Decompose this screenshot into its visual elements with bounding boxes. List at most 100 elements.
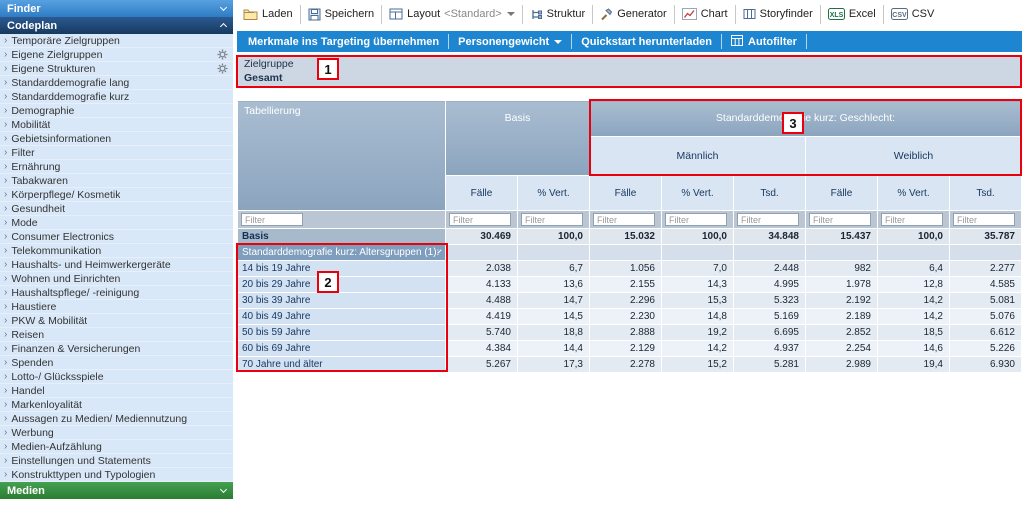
sidebar-item[interactable]: ›Markenloyalität (0, 398, 233, 412)
sidebar-item[interactable]: ›Standarddemografie kurz (0, 90, 233, 104)
item-chevron-icon: › (4, 428, 7, 438)
sidebar-item[interactable]: ›Filter (0, 146, 233, 160)
data-cell: 19,4 (878, 357, 950, 373)
toolbar-button-csv[interactable]: CSVCSV (887, 8, 939, 20)
item-chevron-icon: › (4, 78, 7, 88)
sidebar-item[interactable]: ›Werbung (0, 426, 233, 440)
sidebar-item[interactable]: ›Temporäre Zielgruppen (0, 34, 233, 48)
filter-input[interactable] (737, 213, 799, 226)
sidebar-item[interactable]: ›Gesundheit (0, 202, 233, 216)
item-chevron-icon: › (4, 442, 7, 452)
data-cell: 13,6 (518, 277, 590, 293)
sidebar-item-label: PKW & Mobilität (11, 315, 87, 327)
data-cell: 14,3 (662, 277, 734, 293)
sidebar-item[interactable]: ›Haushalts- und Heimwerkergeräte (0, 258, 233, 272)
sidebar-item[interactable]: ›Finanzen & Versicherungen (0, 342, 233, 356)
actionbar-button-personengewicht[interactable]: Personengewicht (449, 31, 571, 52)
filter-input[interactable] (449, 213, 511, 226)
filter-cell (446, 211, 518, 229)
sidebar-item[interactable]: ›Reisen (0, 328, 233, 342)
data-cell: 18,8 (518, 325, 590, 341)
gear-icon[interactable] (217, 63, 228, 74)
data-cell: 5.226 (950, 341, 1022, 357)
toolbar-button-generator[interactable]: Generator (596, 8, 671, 21)
sidebar-header-finder[interactable]: Finder (0, 0, 233, 17)
item-chevron-icon: › (4, 274, 7, 284)
sidebar-item[interactable]: ›Ernährung (0, 160, 233, 174)
sidebar-item[interactable]: ›Körperpflege/ Kosmetik (0, 188, 233, 202)
toolbar-button-laden[interactable]: Laden (239, 8, 297, 20)
sidebar-item[interactable]: ›Spenden (0, 356, 233, 370)
gear-icon[interactable] (217, 49, 228, 60)
data-cell: 2.989 (806, 357, 878, 373)
toolbar-button-layout[interactable]: Layout<Standard> (385, 8, 519, 20)
chevron-down-icon (554, 40, 562, 44)
empty-cell (590, 245, 662, 261)
sidebar-header-medien[interactable]: Medien (0, 482, 233, 499)
data-cell: 5.076 (950, 309, 1022, 325)
actionbar-button-merkmale-targeting[interactable]: Merkmale ins Targeting übernehmen (239, 31, 448, 52)
filter-input[interactable] (809, 213, 871, 226)
folder-open-icon (243, 8, 258, 20)
item-chevron-icon: › (4, 316, 7, 326)
data-cell: 5.740 (446, 325, 518, 341)
basis-data-cell: 100,0 (518, 229, 590, 245)
sidebar-item[interactable]: ›Eigene Zielgruppen (0, 48, 233, 62)
sidebar-item-label: Consumer Electronics (11, 231, 114, 243)
item-chevron-icon: › (4, 148, 7, 158)
sidebar-item[interactable]: ›Medien-Aufzählung (0, 440, 233, 454)
sidebar-item[interactable]: ›Einstellungen und Statements (0, 454, 233, 468)
filter-cell (950, 211, 1022, 229)
filter-input[interactable] (521, 213, 583, 226)
sidebar-item[interactable]: ›Telekommunikation (0, 244, 233, 258)
toolbar-label: Generator (617, 8, 667, 20)
sidebar-item[interactable]: ›Eigene Strukturen (0, 62, 233, 76)
sidebar-item[interactable]: ›Demographie (0, 104, 233, 118)
sidebar-item-label: Eigene Zielgruppen (11, 49, 102, 61)
filter-input[interactable] (593, 213, 655, 226)
sidebar-item[interactable]: › PKW & Mobilität (0, 314, 233, 328)
item-chevron-icon: › (4, 400, 7, 410)
sidebar-item[interactable]: ›Consumer Electronics (0, 230, 233, 244)
sidebar-item[interactable]: ›Tabakwaren (0, 174, 233, 188)
sidebar-item[interactable]: ›Haustiere (0, 300, 233, 314)
actionbar-button-quickstart[interactable]: Quickstart herunterladen (572, 31, 721, 52)
toolbar-label: Speichern (325, 8, 375, 20)
filter-input[interactable] (665, 213, 727, 226)
filter-input[interactable] (241, 213, 303, 226)
sidebar-item[interactable]: ›Aussagen zu Medien/ Mediennutzung (0, 412, 233, 426)
sidebar-item[interactable]: ›Wohnen und Einrichten (0, 272, 233, 286)
actionbar-button-autofilter[interactable]: Autofilter (722, 31, 806, 52)
sidebar-item-label: Tabakwaren (11, 175, 68, 187)
filter-input[interactable] (881, 213, 943, 226)
sidebar-item-label: Handel (11, 385, 44, 397)
toolbar-button-chart[interactable]: Chart (678, 8, 732, 20)
sidebar-item[interactable]: ›Mobilität (0, 118, 233, 132)
filter-input[interactable] (953, 213, 1015, 226)
sidebar-item[interactable]: ›Mode (0, 216, 233, 230)
sidebar-item[interactable]: ›Lotto-/ Glücksspiele (0, 370, 233, 384)
data-cell: 982 (806, 261, 878, 277)
sidebar-item[interactable]: ›Konstrukttypen und Typologien (0, 468, 233, 482)
sidebar-item-label: Standarddemografie lang (11, 77, 129, 89)
toolbar-button-storyfinder[interactable]: Storyfinder (739, 8, 817, 20)
sidebar-item[interactable]: ›Gebietsinformationen (0, 132, 233, 146)
toolbar-button-excel[interactable]: XLSExcel (824, 8, 880, 20)
data-cell: 17,3 (518, 357, 590, 373)
data-cell: 2.278 (590, 357, 662, 373)
sidebar-item-label: Reisen (11, 329, 44, 341)
csv-icon: CSV (891, 8, 908, 20)
sidebar-header-codeplan[interactable]: Codeplan (0, 17, 233, 34)
toolbar-divider (735, 5, 736, 24)
sidebar-item[interactable]: ›Haushaltspflege/ -reinigung (0, 286, 233, 300)
toolbar-divider (381, 5, 382, 24)
toolbar-button-struktur[interactable]: Struktur (526, 8, 590, 21)
toolbar-button-speichern[interactable]: Speichern (304, 8, 379, 21)
data-cell: 2.277 (950, 261, 1022, 277)
chevron-up-icon (220, 23, 227, 30)
sidebar-item[interactable]: › Standarddemografie lang (0, 76, 233, 90)
data-cell: 4.419 (446, 309, 518, 325)
data-cell: 7,0 (662, 261, 734, 277)
sidebar-item[interactable]: ›Handel (0, 384, 233, 398)
basis-data-cell: 100,0 (878, 229, 950, 245)
